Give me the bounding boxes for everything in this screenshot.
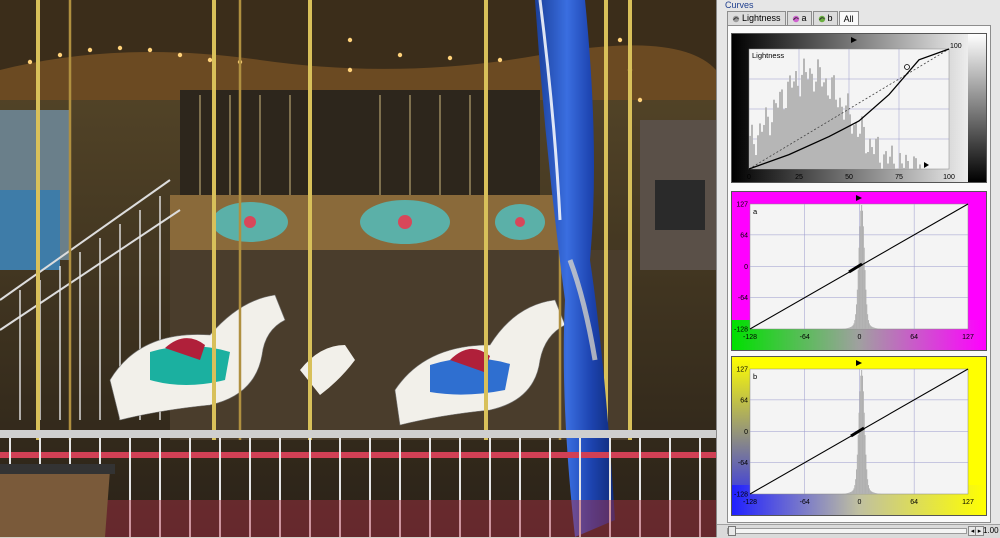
y-tick-label: -64 — [738, 460, 748, 467]
x-tick-label: 0 — [857, 334, 861, 341]
curve-tab-icon — [818, 15, 826, 23]
x-tick-label: -64 — [800, 499, 810, 506]
x-tick-label: -128 — [743, 499, 757, 506]
curve-tab-icon — [792, 15, 800, 23]
panel-title: Curves — [725, 0, 754, 10]
x-tick-label: 127 — [962, 334, 974, 341]
tab-lightness[interactable]: Lightness — [727, 11, 786, 25]
app-window: Curves Lightness a b All — [0, 0, 1000, 537]
carousel-photo — [0, 0, 716, 537]
x-tick-label: 0 — [857, 499, 861, 506]
curve-label: b — [753, 372, 757, 381]
x-tick-label: -128 — [743, 334, 757, 341]
lightness-curve-graph[interactable]: Lightness 100 0 25 50 75 100 — [732, 34, 986, 182]
zoom-slider-thumb[interactable] — [728, 526, 736, 536]
y-tick-label: 64 — [740, 397, 748, 404]
y-tick-label: -64 — [738, 295, 748, 302]
x-tick-label: 25 — [795, 174, 803, 181]
x-tick-label: -64 — [800, 334, 810, 341]
tab-label: b — [828, 12, 833, 25]
zoom-slider[interactable] — [727, 528, 967, 534]
y-tick-label: 0 — [744, 264, 748, 271]
y-tick-label: 127 — [736, 202, 748, 209]
image-canvas[interactable] — [0, 0, 716, 537]
curve-tab-icon — [732, 15, 740, 23]
y-tick-label: 100 — [950, 43, 962, 50]
b-curve-editor[interactable]: b 127 64 0 -64 -128 -128 -64 0 64 127 — [731, 356, 987, 516]
x-tick-label: 64 — [910, 334, 918, 341]
b-curve-graph[interactable]: b 127 64 0 -64 -128 -128 -64 0 64 127 — [732, 357, 986, 515]
x-tick-label: 127 — [962, 499, 974, 506]
curves-panel: Curves Lightness a b All — [716, 0, 1000, 537]
curve-label: Lightness — [752, 51, 784, 60]
tab-strip: Lightness a b All — [727, 11, 860, 25]
zoom-value: 1.00 — [983, 526, 999, 535]
tab-a[interactable]: a — [787, 11, 812, 25]
tab-label: All — [844, 13, 854, 26]
y-tick-label: -128 — [734, 327, 748, 334]
y-tick-label: 0 — [744, 429, 748, 436]
a-curve-editor[interactable]: a 127640-64-128 -128-64064127 — [731, 191, 987, 351]
x-tick-label: 50 — [845, 174, 853, 181]
y-tick-label: 64 — [740, 232, 748, 239]
tab-label: a — [802, 12, 807, 25]
x-tick-label: 100 — [943, 174, 955, 181]
tab-content: Lightness 100 0 25 50 75 100 — [727, 25, 991, 523]
tab-all[interactable]: All — [839, 11, 859, 26]
y-tick-label: -128 — [734, 492, 748, 499]
lightness-curve-editor[interactable]: Lightness 100 0 25 50 75 100 — [731, 33, 987, 183]
a-curve-graph[interactable]: a 127640-64-128 -128-64064127 — [732, 192, 986, 350]
x-tick-label: 64 — [910, 499, 918, 506]
tab-label: Lightness — [742, 12, 781, 25]
x-tick-label: 0 — [747, 174, 751, 181]
bottom-toolbar: ◂ ▸ 1.00 — [717, 524, 1000, 538]
tab-b[interactable]: b — [813, 11, 838, 25]
y-tick-label: 127 — [736, 367, 748, 374]
x-tick-label: 75 — [895, 174, 903, 181]
